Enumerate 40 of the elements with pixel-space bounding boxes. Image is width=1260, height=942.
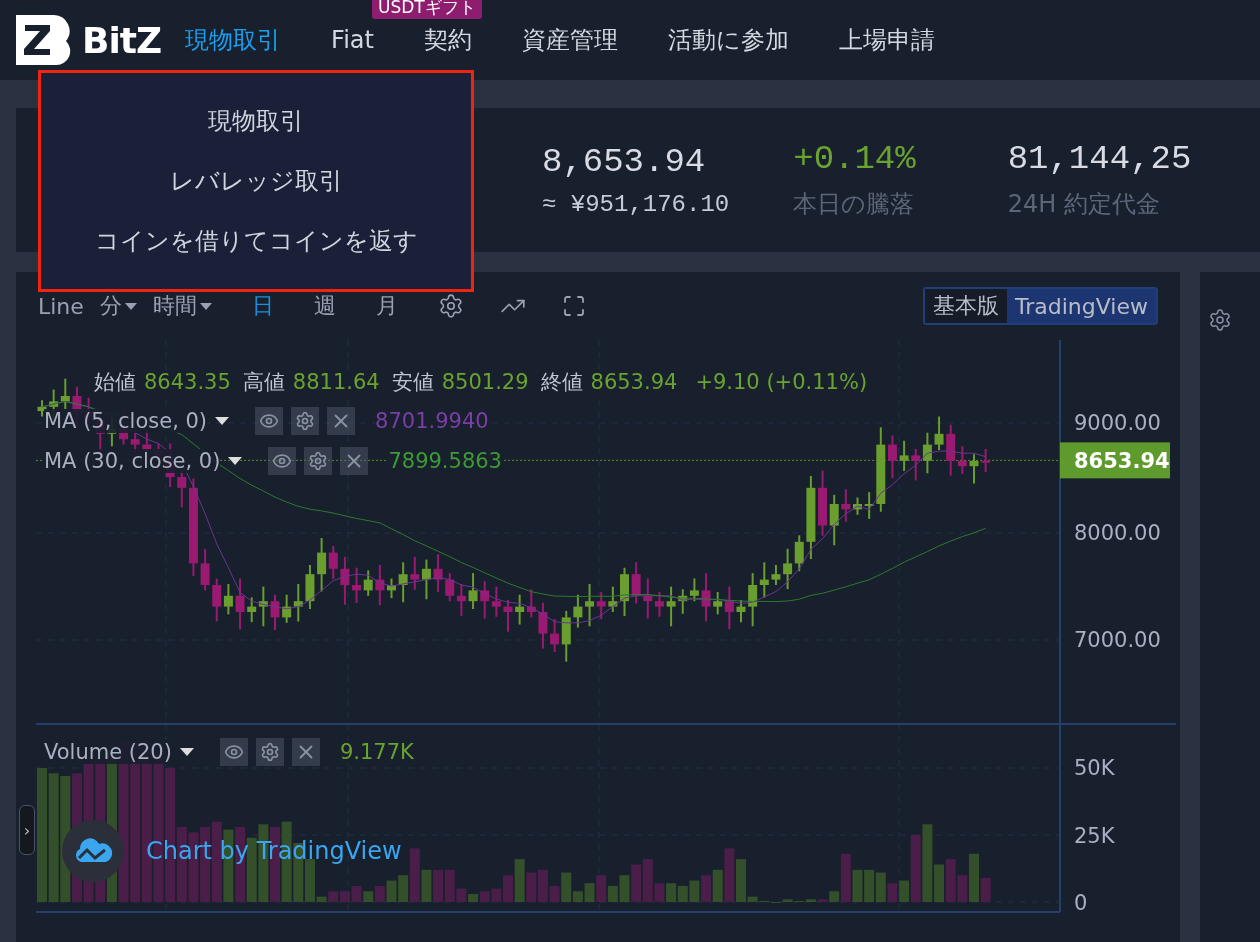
stat-label: 本日の騰落: [793, 189, 916, 220]
indicator-name: MA (30, close, 0): [44, 449, 221, 473]
interval-tab[interactable]: 日: [251, 291, 274, 321]
price-axis-label: 8000.00: [1074, 521, 1161, 545]
indicator-name: MA (5, close, 0): [44, 409, 208, 433]
menu-item[interactable]: コインを借りてコインを返す: [94, 225, 418, 257]
panel-toggle[interactable]: ›: [19, 805, 35, 855]
last-price-tag: 8653.94: [1060, 442, 1170, 479]
nav-link[interactable]: Fiat: [331, 26, 374, 54]
price-axis-label: 7000.00: [1074, 628, 1161, 652]
stat-value: 81,144,25: [1007, 140, 1192, 178]
fiat-price: ≈ ¥951,176.10: [542, 190, 730, 218]
version-toggle[interactable]: TradingView: [1007, 289, 1156, 323]
interval-tab[interactable]: 週: [313, 291, 336, 321]
logo-text: BitZ: [82, 19, 162, 61]
indicator-name: Volume (20): [44, 740, 172, 764]
price-axis-label: 9000.00: [1074, 411, 1161, 435]
volume-axis-label: 0: [1074, 891, 1088, 915]
menu-item[interactable]: 現物取引: [208, 105, 304, 137]
ohlc-value: 8653.94: [590, 370, 678, 394]
nav-link[interactable]: 資産管理: [521, 26, 618, 54]
nav-link[interactable]: 活動に参加: [667, 26, 789, 54]
stat-value: +0.14%: [793, 140, 916, 178]
volume-axis-label: 25K: [1074, 824, 1115, 848]
ohlc-value: 8643.35: [144, 370, 231, 394]
indicator-value: 9.177K: [339, 740, 414, 764]
price-change: +9.10 (+0.11%): [695, 370, 868, 394]
menu-item[interactable]: レバレッジ取引: [169, 165, 343, 197]
last-price: 8,653.94: [542, 142, 707, 181]
interval-tab[interactable]: Line: [38, 293, 84, 319]
nav-link[interactable]: 契約: [423, 26, 472, 54]
nav-link[interactable]: 現物取引: [185, 26, 282, 54]
version-toggle[interactable]: 基本版: [925, 289, 1008, 323]
interval-tab[interactable]: 月: [375, 291, 398, 321]
promo-badge: USDTギフト: [371, 0, 482, 19]
stat-label: 24H 約定代金: [1007, 189, 1161, 220]
ohlc-value: 8811.64: [292, 370, 380, 394]
volume-axis-label: 50K: [1074, 756, 1115, 780]
nav-link[interactable]: 上場申請: [838, 26, 935, 54]
attribution-link[interactable]: Chart by TradingView: [146, 837, 402, 865]
